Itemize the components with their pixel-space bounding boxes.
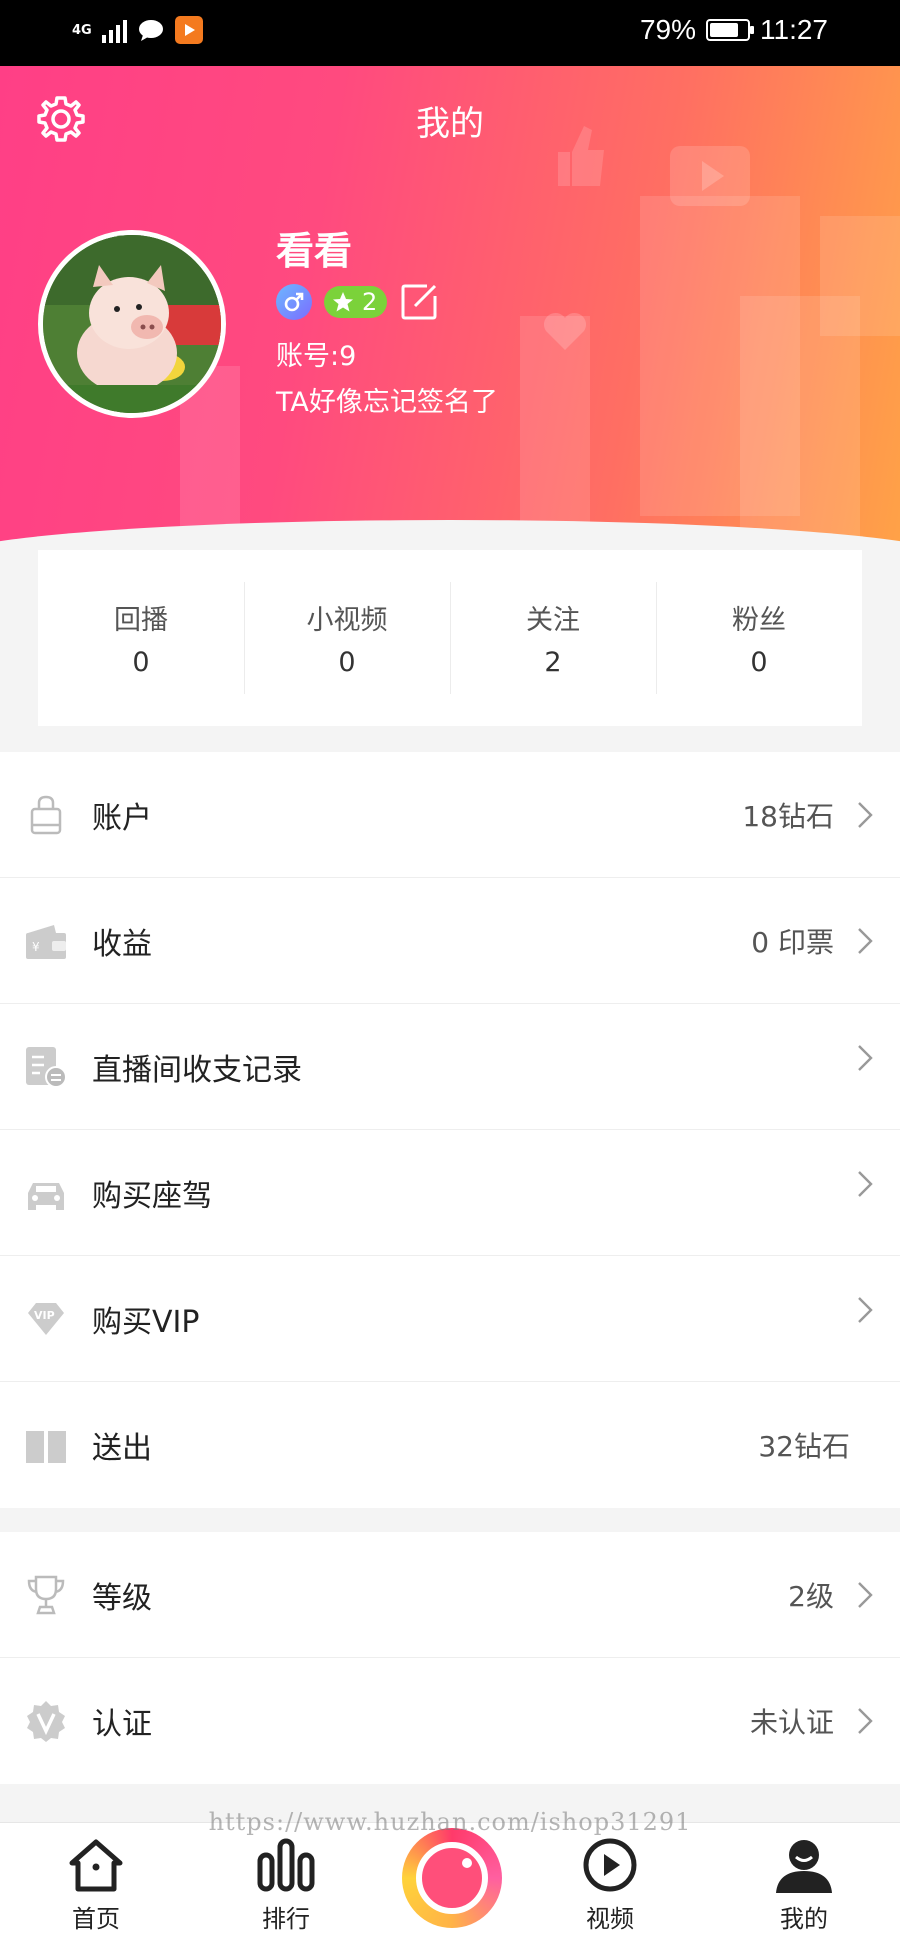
stats-panel: 回播 0 小视频 0 关注 2 粉丝 0 [38, 550, 862, 726]
menu-value: 0 印票 [751, 925, 834, 959]
profile-icon [776, 1840, 832, 1893]
tab-label: 排行 [262, 1905, 310, 1933]
star-icon [333, 292, 353, 312]
tab-ranking[interactable]: 排行 [226, 1837, 346, 1934]
ranking-icon [257, 1838, 315, 1892]
menu-item-earnings[interactable]: ¥ 收益 0 印票 [0, 878, 900, 1004]
signature: TA好像忘记签名了 [276, 387, 498, 418]
app-notification-icon [175, 16, 203, 44]
menu-item-level[interactable]: 等级 2级 [0, 1532, 900, 1658]
network-type: 4G [72, 22, 92, 38]
gift-icon [26, 1431, 66, 1463]
menu-value: 未认证 [749, 1706, 834, 1739]
stat-replay[interactable]: 回播 0 [38, 582, 244, 694]
menu-item-sent[interactable]: 送出 32钻石 [0, 1382, 900, 1508]
level-badge: 2 [324, 286, 388, 318]
svg-text:VIP: VIP [34, 1309, 55, 1322]
profile-header: 我的 看看 2 账号:9 TA好像忘记签名了 [0, 66, 900, 550]
battery-icon [706, 19, 754, 41]
stat-value: 0 [338, 647, 356, 678]
status-bar: 4G 79% 11:27 [0, 0, 900, 66]
battery-percent: 79% [639, 14, 696, 45]
watermark: https://www.huzhan.com/ishop31291 [208, 1808, 692, 1836]
heart-deco-icon [543, 312, 587, 350]
video-play-icon [583, 1838, 637, 1892]
stat-following[interactable]: 关注 2 [450, 582, 656, 694]
verified-icon [27, 1701, 65, 1742]
stat-label: 粉丝 [732, 605, 786, 636]
menu-label: 认证 [92, 1707, 152, 1742]
svg-text:¥: ¥ [32, 940, 40, 954]
vip-icon: VIP [28, 1302, 64, 1335]
stat-value: 0 [750, 647, 768, 678]
male-icon [276, 284, 312, 320]
tab-label: 视频 [586, 1905, 634, 1933]
tab-label: 首页 [72, 1905, 120, 1933]
chevron-right-icon [858, 801, 873, 828]
chevron-right-icon [858, 927, 873, 954]
page-title: 我的 [416, 104, 484, 144]
menu-item-buy-car[interactable]: 购买座驾 [0, 1130, 900, 1256]
chevron-right-icon [858, 1297, 873, 1323]
menu-item-buy-vip[interactable]: VIP 购买VIP [0, 1256, 900, 1382]
stat-fans[interactable]: 粉丝 0 [656, 582, 862, 694]
tab-video[interactable]: 视频 [550, 1837, 670, 1934]
menu-item-verification[interactable]: 认证 未认证 [0, 1658, 900, 1784]
menu-group-wallet: 账户 18钻石 ¥ 收益 0 印票 直播间收支记录 购买座驾 VIP 购买VIP… [0, 752, 900, 1508]
menu-label: 购买座驾 [92, 1178, 212, 1214]
wallet-icon: ¥ [26, 924, 66, 959]
menu-value: 32钻石 [758, 1430, 850, 1463]
chevron-right-icon [858, 1581, 873, 1608]
stat-label: 回播 [114, 605, 168, 636]
stat-short-video[interactable]: 小视频 0 [244, 582, 450, 694]
message-icon [139, 20, 163, 41]
chevron-right-icon [858, 1171, 873, 1197]
menu-item-live-records[interactable]: 直播间收支记录 [0, 1004, 900, 1130]
bag-icon [30, 795, 62, 834]
username: 看看 [276, 229, 353, 273]
menu-group-profile: 等级 2级 认证 未认证 [0, 1532, 900, 1784]
home-icon [69, 1839, 123, 1892]
menu-label: 收益 [92, 926, 152, 962]
live-camera-icon [416, 1842, 488, 1914]
car-icon [28, 1182, 64, 1210]
stat-label: 关注 [526, 605, 580, 636]
stat-value: 0 [132, 647, 150, 678]
stat-value: 2 [544, 647, 562, 678]
menu-label: 直播间收支记录 [92, 1052, 302, 1088]
stat-label: 小视频 [306, 605, 388, 636]
level-value: 2 [362, 288, 378, 316]
signal-icon [102, 17, 127, 43]
account-id: 账号:9 [276, 341, 357, 372]
chevron-right-icon [858, 1708, 873, 1734]
clock: 11:27 [760, 14, 828, 45]
chevron-right-icon [858, 1045, 873, 1071]
menu-label: 送出 [92, 1431, 152, 1466]
tab-profile[interactable]: 我的 [744, 1837, 864, 1934]
live-camera-button[interactable] [402, 1828, 502, 1928]
menu-value: 18钻石 [742, 799, 834, 833]
edit-icon[interactable] [399, 282, 439, 322]
menu-value: 2级 [788, 1579, 834, 1613]
tab-label: 我的 [780, 1905, 828, 1933]
menu-item-account[interactable]: 账户 18钻石 [0, 752, 900, 878]
menu-label: 账户 [92, 800, 152, 836]
tab-home[interactable]: 首页 [36, 1837, 156, 1934]
menu-label: 购买VIP [92, 1304, 200, 1340]
menu-label: 等级 [92, 1580, 152, 1616]
trophy-icon [27, 1575, 65, 1614]
avatar[interactable] [38, 230, 226, 418]
receipt-icon [26, 1046, 67, 1088]
